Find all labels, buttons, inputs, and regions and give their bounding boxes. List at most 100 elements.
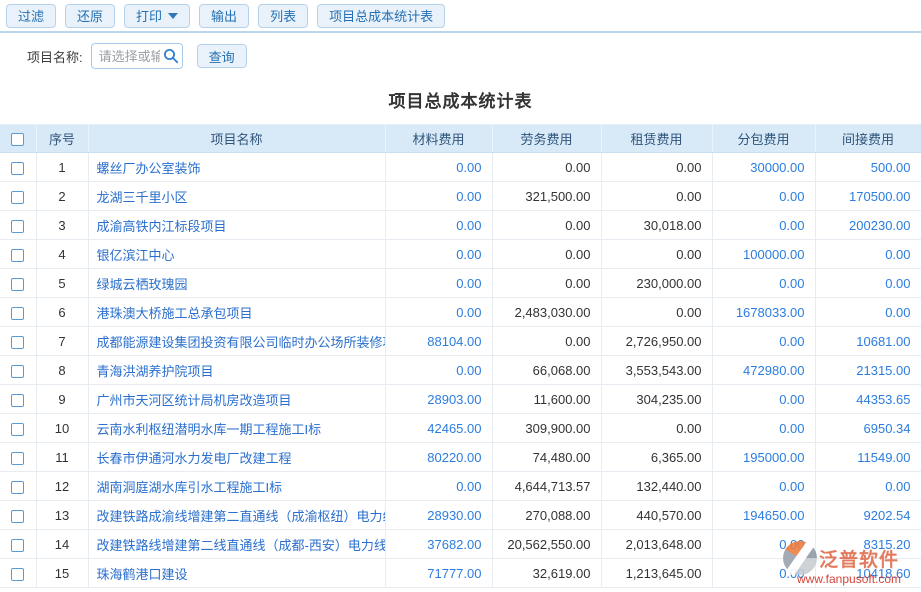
- row-checkbox[interactable]: [11, 568, 24, 581]
- query-button[interactable]: 查询: [197, 44, 247, 68]
- row-checkbox-cell: [0, 240, 36, 269]
- row-checkbox[interactable]: [11, 452, 24, 465]
- row-checkbox[interactable]: [11, 191, 24, 204]
- toolbar: 过滤 还原 打印 输出 列表 项目总成本统计表: [0, 0, 921, 33]
- cell-subcontract[interactable]: 0.00: [712, 559, 815, 588]
- cell-name[interactable]: 改建铁路线增建第二线直通线（成都-西安）电力线路: [88, 530, 385, 559]
- cell-indirect[interactable]: 10418.60: [815, 559, 921, 588]
- cell-indirect[interactable]: 9202.54: [815, 501, 921, 530]
- cell-material[interactable]: 28903.00: [385, 385, 492, 414]
- cell-material[interactable]: 0.00: [385, 153, 492, 182]
- filter-button[interactable]: 过滤: [6, 4, 56, 28]
- row-checkbox[interactable]: [11, 539, 24, 552]
- cell-indirect[interactable]: 0.00: [815, 269, 921, 298]
- cell-material[interactable]: 42465.00: [385, 414, 492, 443]
- row-checkbox[interactable]: [11, 510, 24, 523]
- table-row: 10云南水利枢纽潜明水库一期工程施工I标42465.00309,900.000.…: [0, 414, 921, 443]
- row-checkbox[interactable]: [11, 365, 24, 378]
- cell-name[interactable]: 成都能源建设集团投资有限公司临时办公场所装修项目: [88, 327, 385, 356]
- cell-name[interactable]: 龙湖三千里小区: [88, 182, 385, 211]
- cell-name[interactable]: 银亿滨江中心: [88, 240, 385, 269]
- print-button[interactable]: 打印: [124, 4, 190, 28]
- cell-subcontract[interactable]: 0.00: [712, 327, 815, 356]
- cell-indirect[interactable]: 200230.00: [815, 211, 921, 240]
- row-checkbox[interactable]: [11, 307, 24, 320]
- cell-rental: 0.00: [601, 240, 712, 269]
- cell-subcontract[interactable]: 195000.00: [712, 443, 815, 472]
- cell-material[interactable]: 0.00: [385, 356, 492, 385]
- row-checkbox[interactable]: [11, 336, 24, 349]
- row-checkbox-cell: [0, 530, 36, 559]
- cell-no: 10: [36, 414, 88, 443]
- row-checkbox[interactable]: [11, 481, 24, 494]
- cell-subcontract[interactable]: 0.00: [712, 472, 815, 501]
- cell-material[interactable]: 0.00: [385, 211, 492, 240]
- cell-labor: 74,480.00: [492, 443, 601, 472]
- cell-indirect[interactable]: 8315.20: [815, 530, 921, 559]
- cell-subcontract[interactable]: 100000.00: [712, 240, 815, 269]
- row-checkbox[interactable]: [11, 394, 24, 407]
- cell-name[interactable]: 成渝高铁内江标段项目: [88, 211, 385, 240]
- row-checkbox[interactable]: [11, 162, 24, 175]
- cell-indirect[interactable]: 6950.34: [815, 414, 921, 443]
- cell-subcontract[interactable]: 30000.00: [712, 153, 815, 182]
- magnifier-icon[interactable]: [163, 48, 179, 64]
- row-checkbox[interactable]: [11, 423, 24, 436]
- project-name-label: 项目名称:: [27, 47, 83, 66]
- row-checkbox[interactable]: [11, 278, 24, 291]
- cell-material[interactable]: 0.00: [385, 298, 492, 327]
- tab-project-total-cost[interactable]: 项目总成本统计表: [317, 4, 445, 28]
- row-checkbox[interactable]: [11, 249, 24, 262]
- cell-indirect[interactable]: 0.00: [815, 240, 921, 269]
- cell-rental: 3,553,543.00: [601, 356, 712, 385]
- project-name-search-box: [91, 43, 183, 69]
- cell-labor: 270,088.00: [492, 501, 601, 530]
- cell-indirect[interactable]: 10681.00: [815, 327, 921, 356]
- cell-subcontract[interactable]: 0.00: [712, 385, 815, 414]
- cell-material[interactable]: 0.00: [385, 472, 492, 501]
- cell-material[interactable]: 28930.00: [385, 501, 492, 530]
- cell-subcontract[interactable]: 194650.00: [712, 501, 815, 530]
- cell-indirect[interactable]: 170500.00: [815, 182, 921, 211]
- cell-subcontract[interactable]: 0.00: [712, 530, 815, 559]
- row-checkbox[interactable]: [11, 220, 24, 233]
- cell-indirect[interactable]: 0.00: [815, 472, 921, 501]
- cell-subcontract[interactable]: 1678033.00: [712, 298, 815, 327]
- cell-name[interactable]: 珠海鹤港口建设: [88, 559, 385, 588]
- chevron-down-icon: [168, 13, 178, 19]
- cell-indirect[interactable]: 44353.65: [815, 385, 921, 414]
- cell-name[interactable]: 云南水利枢纽潜明水库一期工程施工I标: [88, 414, 385, 443]
- cell-material[interactable]: 71777.00: [385, 559, 492, 588]
- cell-no: 11: [36, 443, 88, 472]
- cell-name[interactable]: 青海洪湖养护院项目: [88, 356, 385, 385]
- cell-name[interactable]: 改建铁路成渝线增建第二直通线（成渝枢纽）电力线路: [88, 501, 385, 530]
- cell-subcontract[interactable]: 0.00: [712, 414, 815, 443]
- cell-name[interactable]: 绿城云栖玫瑰园: [88, 269, 385, 298]
- table-row: 13改建铁路成渝线增建第二直通线（成渝枢纽）电力线路28930.00270,08…: [0, 501, 921, 530]
- cell-subcontract[interactable]: 472980.00: [712, 356, 815, 385]
- cell-material[interactable]: 80220.00: [385, 443, 492, 472]
- select-all-checkbox[interactable]: [11, 133, 24, 146]
- cell-subcontract[interactable]: 0.00: [712, 182, 815, 211]
- cell-name[interactable]: 长春市伊通河水力发电厂改建工程: [88, 443, 385, 472]
- output-button[interactable]: 输出: [199, 4, 249, 28]
- cell-name[interactable]: 螺丝厂办公室装饰: [88, 153, 385, 182]
- cell-material[interactable]: 37682.00: [385, 530, 492, 559]
- cell-material[interactable]: 88104.00: [385, 327, 492, 356]
- cell-material[interactable]: 0.00: [385, 240, 492, 269]
- cell-name[interactable]: 港珠澳大桥施工总承包项目: [88, 298, 385, 327]
- cell-indirect[interactable]: 500.00: [815, 153, 921, 182]
- restore-button[interactable]: 还原: [65, 4, 115, 28]
- cell-material[interactable]: 0.00: [385, 182, 492, 211]
- cell-subcontract[interactable]: 0.00: [712, 211, 815, 240]
- row-checkbox-cell: [0, 182, 36, 211]
- cell-material[interactable]: 0.00: [385, 269, 492, 298]
- cell-name[interactable]: 广州市天河区统计局机房改造项目: [88, 385, 385, 414]
- cell-name[interactable]: 湖南洞庭湖水库引水工程施工I标: [88, 472, 385, 501]
- list-button[interactable]: 列表: [258, 4, 308, 28]
- column-header-material: 材料费用: [385, 125, 492, 153]
- cell-indirect[interactable]: 11549.00: [815, 443, 921, 472]
- cell-indirect[interactable]: 21315.00: [815, 356, 921, 385]
- cell-indirect[interactable]: 0.00: [815, 298, 921, 327]
- cell-subcontract[interactable]: 0.00: [712, 269, 815, 298]
